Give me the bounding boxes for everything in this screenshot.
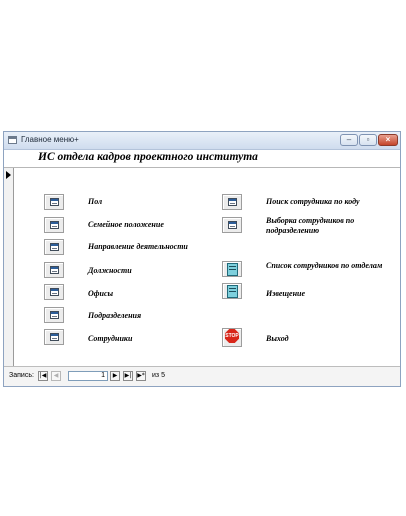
main-menu-window: Главное меню+ – ▫ × ИС отдела кадров про…: [3, 131, 401, 387]
close-button[interactable]: ×: [378, 134, 398, 146]
menu-label-employees: Сотрудники: [88, 334, 133, 343]
restore-button[interactable]: ▫: [359, 134, 377, 146]
last-record-button[interactable]: ▶|: [123, 371, 133, 381]
next-record-button[interactable]: ▶: [110, 371, 120, 381]
total-records-text: из 5: [152, 372, 165, 379]
menu-label-employees-list-report: Список сотрудников по отделам: [266, 261, 383, 270]
form-icon: [50, 221, 59, 229]
open-marital-status-form-button[interactable]: [44, 217, 64, 233]
report-icon: [227, 263, 238, 276]
menu-label-gender: Пол: [88, 197, 103, 206]
total-records: 5: [161, 372, 165, 379]
exit-button[interactable]: STOP: [222, 328, 242, 347]
menu-label-departments: Подразделения: [88, 311, 142, 320]
stop-icon: STOP: [225, 329, 239, 343]
form-icon: [50, 198, 59, 206]
form-header: ИС отдела кадров проектного института: [4, 150, 400, 168]
menu-label-offices: Офисы: [88, 289, 114, 298]
menu-label-notice: Извещение: [266, 289, 306, 298]
form-icon: [50, 288, 59, 296]
record-navigation-bar: Запись: |◀ ◀ 1 ▶ ▶| ▶* из 5: [4, 366, 400, 386]
form-icon: [50, 311, 59, 319]
menu-label-select-by-department: Выборка сотрудников по подразделению: [266, 216, 355, 235]
of-label: из: [152, 372, 160, 379]
form-icon: [228, 221, 237, 229]
menu-label-activity-direction: Направление деятельности: [88, 242, 188, 251]
new-record-button[interactable]: ▶*: [136, 371, 146, 381]
first-record-button[interactable]: |◀: [38, 371, 48, 381]
current-record-input[interactable]: 1: [68, 371, 108, 381]
open-gender-form-button[interactable]: [44, 194, 64, 210]
open-departments-form-button[interactable]: [44, 307, 64, 323]
records-label: Запись:: [9, 372, 34, 379]
menu-label-positions: Должности: [88, 266, 132, 275]
form-icon: [50, 266, 59, 274]
open-offices-form-button[interactable]: [44, 284, 64, 300]
minimize-button[interactable]: –: [340, 134, 358, 146]
open-positions-form-button[interactable]: [44, 262, 64, 278]
menu-label-exit: Выход: [266, 334, 289, 343]
record-selector[interactable]: [4, 168, 14, 366]
current-record-arrow-icon: [6, 171, 11, 179]
menu-label-search-by-code: Поиск сотрудника по коду: [266, 197, 360, 206]
search-employee-by-code-button[interactable]: [222, 194, 242, 210]
form-icon: [8, 136, 17, 144]
form-icon: [228, 198, 237, 206]
employees-by-department-report-button[interactable]: [222, 261, 242, 277]
open-activity-direction-form-button[interactable]: [44, 239, 64, 255]
previous-record-button[interactable]: ◀: [51, 371, 61, 381]
form-icon: [50, 333, 59, 341]
form-icon: [50, 243, 59, 251]
menu-label-marital-status: Семейное положение: [88, 220, 164, 229]
form-title: ИС отдела кадров проектного института: [38, 151, 258, 163]
open-employees-form-button[interactable]: [44, 329, 64, 345]
report-icon: [227, 285, 238, 298]
select-employees-by-department-button[interactable]: [222, 217, 242, 233]
title-bar[interactable]: Главное меню+ – ▫ ×: [4, 132, 400, 150]
notice-report-button[interactable]: [222, 283, 242, 299]
window-title: Главное меню+: [21, 135, 79, 144]
